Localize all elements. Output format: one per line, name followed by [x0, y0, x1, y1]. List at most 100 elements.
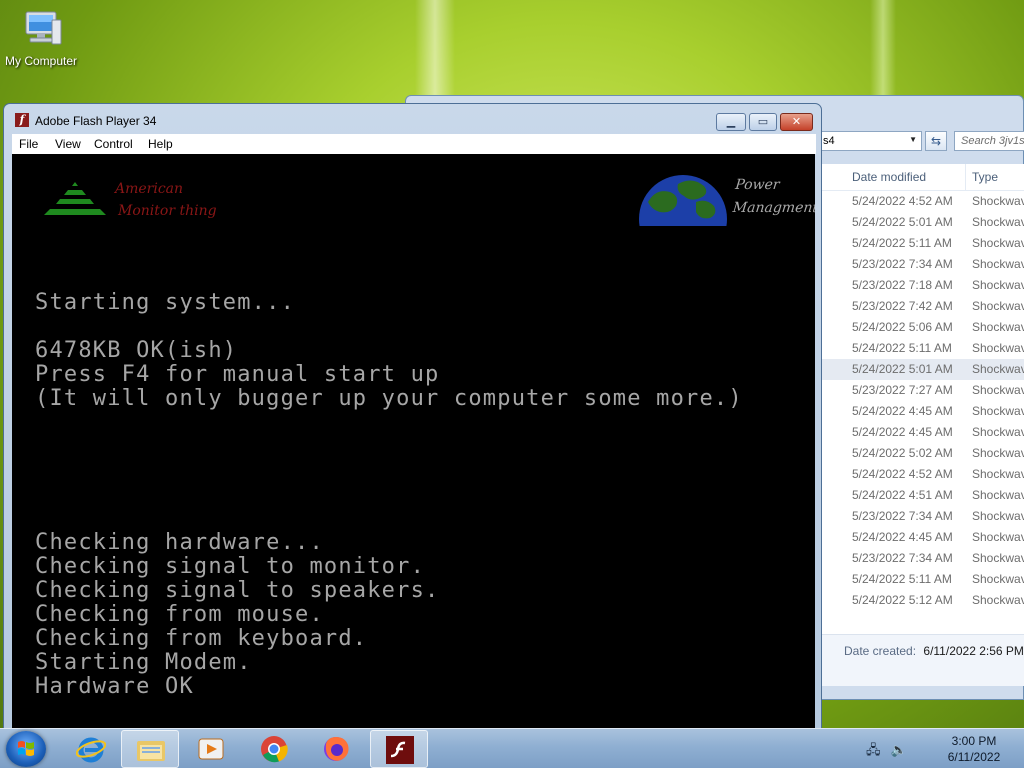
pyramid-logo-icon — [42, 180, 108, 222]
console-line: Starting system... — [35, 290, 296, 315]
file-row[interactable]: 5/24/2022 5:11 AM Shockwav — [822, 233, 1024, 254]
logo-left-line2: Monitor thing — [118, 203, 217, 219]
file-date-modified: 5/23/2022 7:27 AM — [852, 383, 953, 397]
file-row[interactable]: 5/24/2022 4:45 AM Shockwav — [822, 527, 1024, 548]
file-type: Shockwav — [972, 362, 1024, 376]
file-date-modified: 5/24/2022 4:45 AM — [852, 425, 953, 439]
clock[interactable]: 3:00 PM 6/11/2022 — [938, 733, 1010, 765]
file-type: Shockwav — [972, 572, 1024, 586]
firefox-icon — [321, 735, 351, 763]
column-header-bar: Date modified Type — [822, 164, 1024, 191]
american-monitor-logo-text: American Monitor thing — [115, 178, 217, 222]
window-title: Adobe Flash Player 34 — [35, 114, 157, 128]
file-type: Shockwav — [972, 320, 1024, 334]
logo-right-line1: Power — [734, 177, 781, 193]
file-type: Shockwav — [972, 425, 1024, 439]
file-type: Shockwav — [972, 299, 1024, 313]
file-type: Shockwav — [972, 467, 1024, 481]
wallpaper-highlight — [415, 0, 455, 110]
file-type: Shockwav — [972, 194, 1024, 208]
chevron-down-icon[interactable]: ▼ — [909, 135, 917, 144]
globe-icon — [638, 172, 728, 226]
menu-help[interactable]: Help — [148, 137, 173, 151]
file-row[interactable]: 5/23/2022 7:34 AM Shockwav — [822, 254, 1024, 275]
file-date-modified: 5/24/2022 5:01 AM — [852, 215, 953, 229]
volume-icon[interactable]: 🔈 — [891, 743, 907, 758]
file-row[interactable]: 5/24/2022 4:45 AM Shockwav — [822, 401, 1024, 422]
file-type: Shockwav — [972, 383, 1024, 397]
file-row[interactable]: 5/24/2022 4:52 AM Shockwav — [822, 464, 1024, 485]
desktop-icon-label: My Computer — [4, 54, 78, 68]
clock-date: 6/11/2022 — [947, 750, 1001, 764]
file-row[interactable]: 5/24/2022 5:01 AM Shockwav — [822, 212, 1024, 233]
wallpaper-highlight — [870, 0, 896, 100]
file-type: Shockwav — [972, 446, 1024, 460]
power-management-logo-text: Power Managment — [732, 174, 815, 220]
media-player-icon — [196, 735, 226, 763]
address-value: s4 — [823, 135, 835, 147]
file-type: Shockwav — [972, 257, 1024, 271]
computer-icon — [18, 10, 64, 52]
flash-player-icon — [385, 736, 415, 764]
logo-left-line1: American — [115, 181, 184, 197]
file-row[interactable]: 5/24/2022 4:51 AM Shockwav — [822, 485, 1024, 506]
console-line: Starting Modem. — [35, 650, 252, 675]
close-button[interactable]: ✕ — [780, 113, 813, 131]
windows-logo-icon — [18, 741, 34, 756]
file-row[interactable]: 5/24/2022 5:06 AM Shockwav — [822, 317, 1024, 338]
console-line: (It will only bugger up your computer so… — [35, 386, 743, 411]
menu-view[interactable]: View — [55, 137, 81, 151]
address-bar[interactable]: s4 ▼ — [818, 131, 922, 151]
file-row[interactable]: 5/24/2022 5:12 AM Shockwav — [822, 590, 1024, 611]
title-bar[interactable]: f Adobe Flash Player 34 ▁ ▭ ✕ — [4, 104, 821, 132]
file-date-modified: 5/24/2022 4:52 AM — [852, 194, 953, 208]
flash-stage[interactable]: American Monitor thing Power Managment S… — [12, 154, 815, 732]
taskbar-media-player[interactable] — [182, 730, 240, 768]
console-line: Checking signal to monitor. — [35, 554, 426, 579]
file-row[interactable]: 5/23/2022 7:18 AM Shockwav — [822, 275, 1024, 296]
file-row[interactable]: 5/23/2022 7:42 AM Shockwav — [822, 296, 1024, 317]
column-header-type[interactable]: Type — [966, 164, 1024, 190]
menu-control[interactable]: Control — [94, 137, 133, 151]
file-type: Shockwav — [972, 509, 1024, 523]
file-row[interactable]: 5/24/2022 4:45 AM Shockwav — [822, 422, 1024, 443]
file-row[interactable]: 5/24/2022 4:52 AM Shockwav — [822, 191, 1024, 212]
file-row[interactable]: 5/24/2022 5:01 AM Shockwav — [822, 359, 1024, 380]
refresh-icon[interactable]: ⇆ — [925, 131, 947, 151]
minimize-button[interactable]: ▁ — [716, 113, 746, 131]
folder-icon — [136, 736, 166, 764]
details-pane: Date created: 6/11/2022 2:56 PM — [822, 634, 1024, 686]
file-row[interactable]: 5/23/2022 7:34 AM Shockwav — [822, 548, 1024, 569]
desktop-icon-my-computer[interactable]: My Computer — [2, 10, 80, 68]
start-button[interactable] — [6, 731, 46, 767]
console-line: Checking from keyboard. — [35, 626, 368, 651]
file-list[interactable]: 5/24/2022 4:52 AM Shockwav 5/24/2022 5:01 … — [822, 191, 1024, 634]
file-type: Shockwav — [972, 236, 1024, 250]
column-header-date-modified[interactable]: Date modified — [822, 164, 966, 190]
file-date-modified: 5/23/2022 7:42 AM — [852, 299, 953, 313]
flash-player-window[interactable]: f Adobe Flash Player 34 ▁ ▭ ✕ File View … — [3, 103, 822, 733]
taskbar-flash-player[interactable] — [370, 730, 428, 768]
file-row[interactable]: 5/23/2022 7:34 AM Shockwav — [822, 506, 1024, 527]
file-row[interactable]: 5/23/2022 7:27 AM Shockwav — [822, 380, 1024, 401]
logo-right-line2: Managment — [732, 200, 815, 216]
file-type: Shockwav — [972, 341, 1024, 355]
chrome-icon — [259, 735, 289, 763]
file-date-modified: 5/24/2022 4:51 AM — [852, 488, 953, 502]
search-input[interactable]: Search 3jv1s — [954, 131, 1024, 151]
file-date-modified: 5/24/2022 5:11 AM — [852, 572, 952, 586]
file-row[interactable]: 5/24/2022 5:02 AM Shockwav — [822, 443, 1024, 464]
file-date-modified: 5/24/2022 5:01 AM — [852, 362, 953, 376]
taskbar-file-explorer[interactable] — [121, 730, 179, 768]
file-row[interactable]: 5/24/2022 5:11 AM Shockwav — [822, 338, 1024, 359]
menu-file[interactable]: File — [19, 137, 38, 151]
file-type: Shockwav — [972, 488, 1024, 502]
taskbar-internet-explorer[interactable] — [62, 730, 120, 768]
file-type: Shockwav — [972, 593, 1024, 607]
network-icon[interactable]: 🖧 — [866, 743, 881, 758]
taskbar-firefox[interactable] — [307, 730, 365, 768]
maximize-button[interactable]: ▭ — [749, 113, 777, 131]
file-row[interactable]: 5/24/2022 5:11 AM Shockwav — [822, 569, 1024, 590]
taskbar-chrome[interactable] — [245, 730, 303, 768]
file-date-modified: 5/24/2022 5:02 AM — [852, 446, 953, 460]
